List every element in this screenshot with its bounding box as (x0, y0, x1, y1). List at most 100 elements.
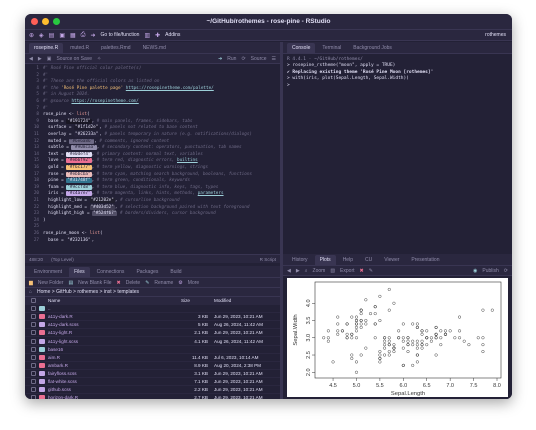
clear-plots-icon[interactable]: ✎ (369, 268, 373, 274)
goto-file-function[interactable]: Go to file/function (101, 32, 140, 38)
open-project-icon[interactable]: ◈ (39, 32, 44, 39)
tab-environment[interactable]: Environment (29, 267, 67, 277)
file-name[interactable]: horizon-dark.R (48, 395, 181, 399)
file-checkbox[interactable] (31, 370, 36, 376)
file-checkbox[interactable] (31, 322, 36, 328)
tab-rosepine[interactable]: rosepine.R (29, 43, 64, 53)
file-checkbox[interactable] (31, 354, 36, 360)
outline-icon[interactable]: ☰ (272, 56, 276, 62)
tab-terminal[interactable]: Terminal (317, 43, 346, 53)
file-row[interactable]: github.scss 2.2 KB Jun 29, 2023, 10:21 AM (25, 386, 280, 395)
code-line[interactable]: pine = "#31748f", # term green, conditio… (43, 178, 190, 184)
tab-console[interactable]: Console (287, 43, 316, 53)
file-row[interactable]: .. (25, 305, 280, 314)
rename-button[interactable]: Rename (154, 280, 173, 286)
console-prompt[interactable]: > (287, 83, 508, 89)
code-line[interactable]: gold = "#f6c177", # term yellow, diagnos… (43, 165, 208, 171)
file-row[interactable]: horizon-dark.R 2.7 KB Jun 29, 2023, 10:21 … (25, 394, 280, 399)
back-icon[interactable]: ◀ (29, 56, 33, 62)
file-checkbox[interactable] (31, 314, 36, 320)
code-line[interactable]: subtle = "#908caa", # secondary content:… (43, 145, 242, 151)
code-line[interactable]: highlight_low = "#21202e", # cursorline … (43, 198, 180, 204)
zoom-window-button[interactable] (53, 18, 60, 25)
tab-connections[interactable]: Connections (92, 267, 130, 277)
prev-plot-icon[interactable]: ◀ (287, 268, 291, 274)
code-line[interactable]: base = "#232136", (43, 237, 94, 244)
file-name[interactable]: base16 (48, 347, 181, 352)
delete-button[interactable]: Delete (126, 280, 140, 286)
tab-files[interactable]: Files (69, 267, 90, 277)
code-line[interactable]: iris = "#c4a7e7", # term magenta, links,… (43, 191, 224, 197)
file-name[interactable]: .. (48, 306, 181, 311)
refresh-plot-icon[interactable]: ⟳ (504, 268, 508, 274)
tab-help[interactable]: Help (338, 255, 358, 265)
save-doc-icon[interactable]: ▣ (47, 56, 52, 62)
file-row[interactable]: fairyfloss.scss 3.1 KB Jun 29, 2023, 10:21… (25, 370, 280, 378)
run-button[interactable]: Run (227, 56, 236, 62)
forward-icon[interactable]: ▶ (38, 56, 42, 62)
file-checkbox[interactable] (31, 387, 36, 393)
project-menu[interactable]: rothemes (485, 32, 506, 38)
export-button[interactable]: Export (340, 268, 354, 274)
code-line[interactable]: highlight_high = "#524f67" # borders/div… (43, 211, 216, 217)
new-blank-file-button[interactable]: New Blank File (78, 280, 111, 286)
file-row[interactable]: ambark.R 8.9 KB Aug 20, 2024, 2:38 PM (25, 362, 280, 370)
scope-indicator[interactable]: (Top Level) (51, 257, 74, 262)
file-checkbox[interactable] (31, 395, 36, 399)
code-line[interactable]: rose_pine_moon <- list( (43, 231, 103, 237)
source-button[interactable]: Source (251, 56, 267, 62)
file-name[interactable]: a11y-dark.R (48, 314, 181, 319)
file-checkbox[interactable] (31, 346, 36, 352)
code-line[interactable]: ) (43, 218, 46, 224)
file-row[interactable]: flat-white.scss 7.1 KB Jun 29, 2023, 10:21… (25, 378, 280, 387)
file-checkbox[interactable] (31, 362, 36, 368)
tab-history[interactable]: History (287, 255, 313, 265)
file-row[interactable]: a11y-light.scss 4.1 KB Aug 26, 2024, 11:42… (25, 337, 280, 346)
file-name[interactable]: fairyfloss.scss (48, 371, 181, 376)
file-row[interactable]: base16 (25, 346, 280, 354)
file-row[interactable]: a11y-light.R 2.1 KB Jun 29, 2023, 10:21 AM (25, 329, 280, 338)
code-line[interactable]: rose_pine <- list( (43, 112, 90, 118)
header-modified[interactable]: Modified (214, 298, 231, 303)
print-icon[interactable]: ⎙ (81, 32, 86, 39)
home-icon[interactable]: ⌂ (29, 289, 32, 295)
tab-plots[interactable]: Plots (314, 255, 336, 265)
workspace-panes-icon[interactable]: ▥ (144, 32, 150, 39)
select-all-checkbox[interactable] (31, 298, 36, 304)
file-name[interactable]: flat-white.scss (48, 379, 181, 384)
tab-background-jobs[interactable]: Background Jobs (348, 43, 397, 53)
file-type[interactable]: R Script (260, 257, 276, 262)
new-folder-button[interactable]: New Folder (38, 280, 64, 286)
publish-button[interactable]: Publish (482, 268, 498, 274)
header-name[interactable]: Name (48, 298, 181, 303)
header-size[interactable]: Size (181, 298, 214, 303)
breadcrumb[interactable]: Home > GitHub > rothemes > inst > templa… (37, 289, 139, 295)
file-name[interactable]: a11y-dark.scss (48, 322, 181, 327)
console-output[interactable]: R 4.4.1 · ~/GitHub/rothemes/ > rosepine_… (283, 54, 512, 92)
file-name[interactable]: a11y-light.R (48, 330, 181, 335)
code-line[interactable]: #' @source https://rosepinetheme.com/ (43, 99, 139, 105)
file-row[interactable]: a11y-dark.R 3 KB Jun 29, 2023, 10:21 AM (25, 313, 280, 322)
tab-presentation[interactable]: Presentation (406, 255, 444, 265)
tab-muted[interactable]: muted.R (65, 43, 94, 53)
code-line[interactable]: #' in August 2024. (43, 92, 90, 98)
file-row[interactable]: a11y-dark.scss 5 KB Aug 26, 2024, 11:42 AM (25, 321, 280, 330)
code-line[interactable]: #' Rosé Pine official color palette(s) (43, 66, 141, 72)
file-checkbox[interactable] (31, 378, 36, 384)
new-file-icon[interactable]: ⊕ (29, 32, 34, 39)
open-file-icon[interactable]: ▤ (49, 32, 55, 39)
remove-plot-icon[interactable]: ✖ (360, 268, 364, 274)
file-name[interactable]: a11y-light.scss (48, 339, 181, 344)
rerun-icon[interactable]: ⟳ (241, 56, 245, 62)
magic-wand-icon[interactable]: ✧ (97, 56, 101, 62)
file-row[interactable]: aim.R 11.4 KB Jul 6, 2023, 10:14 AM (25, 354, 280, 362)
close-window-button[interactable] (31, 18, 38, 25)
tab-cu[interactable]: CU (360, 255, 377, 265)
code-line[interactable]: overlay = "#26233a", # panels temporary … (43, 132, 252, 138)
next-plot-icon[interactable]: ▶ (296, 268, 300, 274)
code-line[interactable]: surface = "#1f1d2e", # panels not relate… (43, 125, 198, 131)
save-all-icon[interactable]: ▦ (70, 32, 76, 39)
source-on-save-label[interactable]: Source on Save (56, 56, 92, 62)
file-checkbox[interactable] (31, 330, 36, 336)
minimize-window-button[interactable] (42, 18, 49, 25)
